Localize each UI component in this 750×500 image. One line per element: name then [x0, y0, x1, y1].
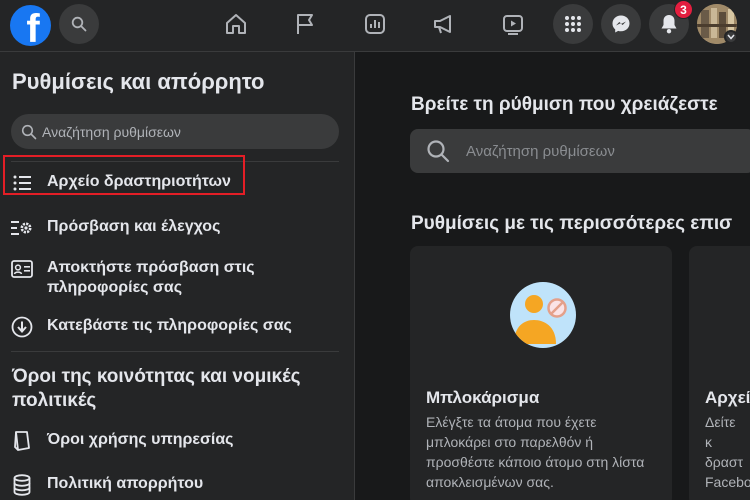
bell-icon — [661, 15, 677, 34]
megaphone-icon — [434, 15, 451, 34]
main-search-box[interactable] — [410, 129, 750, 173]
chart-icon — [365, 14, 385, 34]
download-icon — [10, 316, 34, 338]
messenger-button[interactable] — [601, 4, 641, 44]
sidebar-item-label: Πρόσβαση και έλεγχος — [47, 218, 221, 235]
sidebar-item-access-information[interactable]: Αποκτήστε πρόσβαση στις πληροφορίες σας — [10, 258, 340, 298]
sidebar-item-label: Όροι χρήσης υπηρεσίας — [47, 431, 234, 448]
database-icon — [10, 474, 34, 496]
facebook-logo-letter: f — [26, 7, 40, 46]
account-menu-button[interactable] — [724, 30, 738, 44]
search-icon — [427, 140, 450, 163]
messenger-icon — [612, 15, 630, 33]
sidebar-item-label: Αποκτήστε πρόσβαση στις πληροφορίες σας — [47, 259, 255, 296]
top-navigation-bar: f 3 — [0, 0, 750, 52]
search-icon — [71, 16, 87, 32]
divider — [11, 351, 339, 352]
card-title: Αρχεί — [705, 388, 750, 407]
sidebar-item-privacy-policy[interactable]: Πολιτική απορρήτου — [10, 474, 340, 496]
sidebar-section-title: Όροι της κοινότητας και νομικές πολιτικέ… — [12, 366, 301, 411]
chevron-down-icon — [727, 34, 735, 40]
watch-tab[interactable] — [499, 10, 527, 38]
notification-count-badge: 3 — [674, 0, 693, 19]
search-icon — [21, 124, 37, 139]
settings-sidebar: Ρυθμίσεις και απόρρητο Αρχείο δραστηριοτ… — [0, 52, 355, 500]
sidebar-search-input[interactable] — [42, 123, 322, 140]
menu-grid-icon — [565, 16, 581, 32]
pages-tab[interactable] — [291, 10, 319, 38]
insights-tab[interactable] — [361, 10, 389, 38]
section-title: Ρυθμίσεις με τις περισσότερες επισ — [411, 213, 733, 234]
sidebar-title: Ρυθμίσεις και απόρρητο — [12, 69, 265, 94]
home-tab[interactable] — [222, 10, 250, 38]
settings-card-blocking[interactable]: Μπλοκάρισμα Ελέγξτε τα άτομα που έχετε μ… — [410, 246, 672, 500]
sidebar-item-download-information[interactable]: Κατεβάστε τις πληροφορίες σας — [10, 316, 340, 338]
sidebar-search-box[interactable] — [11, 114, 339, 149]
card-description: Ελέγξτε τα άτομα που έχετε μπλοκάρει στο… — [426, 414, 645, 490]
highlight-outline — [3, 155, 245, 195]
book-icon — [10, 430, 34, 452]
flag-icon — [297, 14, 313, 34]
menu-button[interactable] — [553, 4, 593, 44]
card-title: Μπλοκάρισμα — [426, 388, 540, 407]
sidebar-item-label: Κατεβάστε τις πληροφορίες σας — [47, 317, 292, 334]
sidebar-item-terms-of-service[interactable]: Όροι χρήσης υπηρεσίας — [10, 430, 340, 452]
blocking-illustration-icon — [510, 282, 576, 348]
sidebar-item-access-control[interactable]: Πρόσβαση και έλεγχος — [10, 217, 340, 239]
home-icon — [226, 14, 246, 34]
settings-card-activity[interactable]: Αρχεί Δείτε κ δραστ Facebo — [689, 246, 750, 500]
main-search-input[interactable] — [466, 142, 746, 160]
sidebar-item-label: Πολιτική απορρήτου — [47, 475, 204, 492]
facebook-logo[interactable]: f — [10, 5, 51, 46]
settings-list-icon — [10, 217, 34, 239]
search-button[interactable] — [59, 4, 99, 44]
video-icon — [503, 15, 523, 35]
card-description: Δείτε κ δραστ Facebo — [705, 414, 750, 490]
ads-tab[interactable] — [430, 10, 458, 38]
id-card-icon — [10, 258, 34, 280]
page-title: Βρείτε τη ρύθμιση που χρειάζεστε — [411, 94, 718, 115]
